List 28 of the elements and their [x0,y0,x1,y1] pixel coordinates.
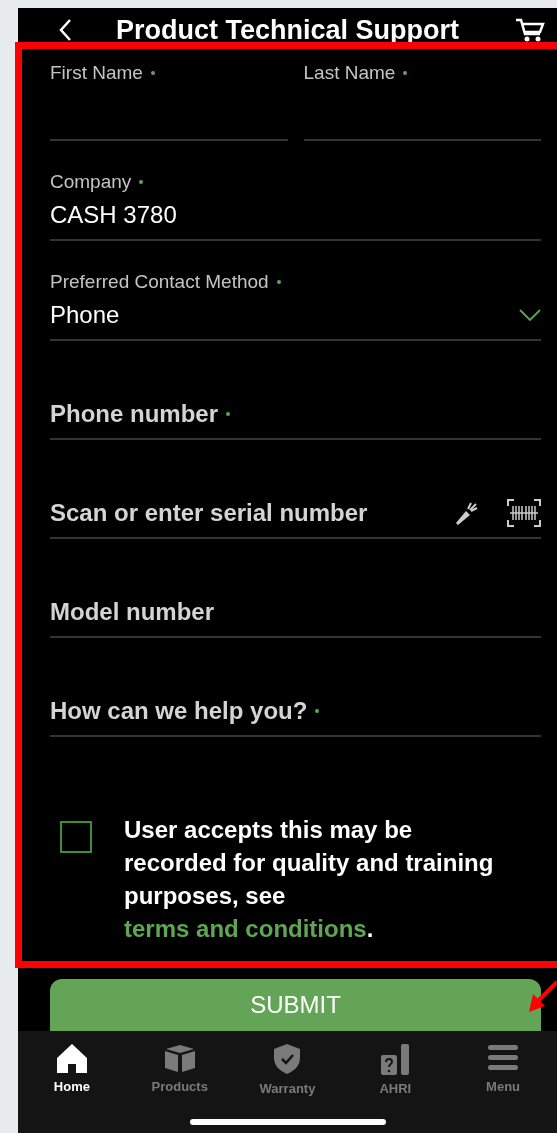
shield-check-icon [273,1043,302,1075]
text-field[interactable]: Phone number [50,363,541,440]
dropdown-field[interactable]: Preferred Contact Method Phone [50,271,541,341]
consent-text: User accepts this may be recorded for quality and training purposes, see terms and conditions. [124,815,494,944]
text-field[interactable]: How can we help you? [50,660,541,737]
tab[interactable]: AHRI [341,1043,450,1096]
text-field[interactable]: First Name [50,62,288,141]
box-icon [163,1043,196,1073]
chevron-down-icon [519,309,541,321]
text-field[interactable]: Scan or enter serial number [50,462,541,539]
question-bar-icon [380,1043,411,1075]
tab[interactable]: Menu [449,1043,557,1096]
cart-icon[interactable] [515,17,545,43]
terms-link[interactable]: terms and conditions [124,915,367,942]
consent-checkbox[interactable] [60,821,92,853]
text-field[interactable]: Last Name [303,62,541,141]
text-field[interactable]: Model number [50,561,541,638]
home-icon [55,1043,88,1073]
annotation-arrow [527,980,557,1014]
screen-title: Product Technical Support [116,14,461,46]
menu-icon [487,1043,520,1073]
barcode-scan-icon[interactable] [507,499,541,527]
tab[interactable]: Products [125,1043,234,1096]
flashlight-icon[interactable] [453,500,479,526]
tab[interactable]: Home [18,1043,126,1096]
text-field[interactable]: Company CASH 3780 [50,171,541,241]
tab[interactable]: Warranty [233,1043,342,1096]
back-icon[interactable] [58,18,72,42]
